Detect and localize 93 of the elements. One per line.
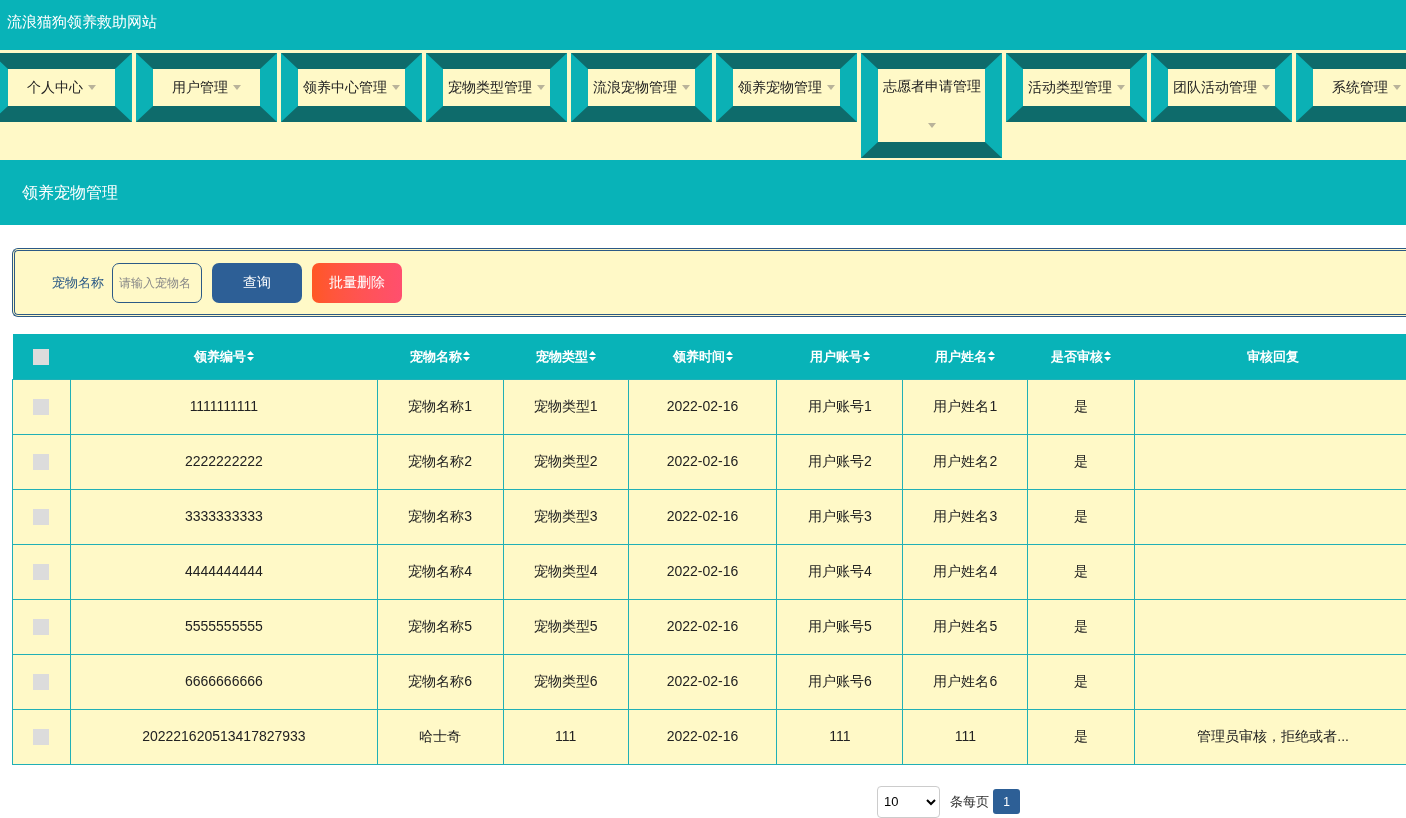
table-cell: 111 bbox=[555, 728, 577, 744]
caret-icon bbox=[1393, 85, 1401, 90]
menu-item[interactable]: 志愿者申请管理 bbox=[861, 53, 1002, 158]
site-title: 流浪猫狗领养救助网站 bbox=[7, 13, 157, 31]
table-cell: 是 bbox=[1074, 673, 1089, 689]
checkbox[interactable] bbox=[33, 619, 50, 636]
caret-icon bbox=[682, 85, 690, 90]
menu-item[interactable]: 团队活动管理 bbox=[1151, 53, 1292, 122]
menu-item[interactable]: 系统管理 bbox=[1296, 53, 1406, 122]
table-cell: 用户姓名3 bbox=[933, 508, 998, 524]
checkbox[interactable] bbox=[33, 729, 50, 746]
table-cell: 是 bbox=[1074, 508, 1089, 524]
menu-item[interactable]: 用户管理 bbox=[136, 53, 277, 122]
table-cell: 用户账号6 bbox=[808, 673, 872, 689]
menu-item[interactable]: 宠物类型管理 bbox=[426, 53, 567, 122]
table-cell: 5555555555 bbox=[184, 618, 263, 634]
checkbox[interactable] bbox=[33, 674, 50, 691]
table-cell: 用户姓名1 bbox=[933, 398, 998, 414]
table-cell: 用户账号2 bbox=[808, 453, 872, 469]
table-cell: 用户姓名4 bbox=[933, 563, 998, 579]
checkbox[interactable] bbox=[33, 564, 50, 581]
caret-icon bbox=[1117, 85, 1125, 90]
table-cell: 用户账号3 bbox=[808, 508, 872, 524]
table-cell: 2222222222 bbox=[184, 453, 263, 469]
table-cell: 用户姓名2 bbox=[933, 453, 998, 469]
table-cell: 111 bbox=[829, 728, 851, 744]
checkbox[interactable] bbox=[33, 509, 50, 526]
table-cell: 3333333333 bbox=[184, 508, 263, 524]
table-cell: 2022-02-16 bbox=[666, 398, 739, 414]
sort-icon[interactable] bbox=[247, 351, 255, 362]
table-cell: 2022-02-16 bbox=[666, 453, 739, 469]
table-cell: 宠物名称1 bbox=[408, 398, 473, 414]
caret-icon bbox=[1262, 85, 1270, 90]
menu-item[interactable]: 个人中心 bbox=[0, 53, 132, 122]
table-cell: 4444444444 bbox=[184, 563, 263, 579]
table-cell: 宠物名称2 bbox=[408, 453, 473, 469]
sort-icon[interactable] bbox=[1104, 351, 1112, 362]
table-cell: 111 bbox=[954, 728, 976, 744]
table-cell: 宠物名称3 bbox=[408, 508, 473, 524]
search-field[interactable]: 请输入宠物名 bbox=[112, 262, 202, 303]
caret-icon bbox=[392, 85, 400, 90]
page-button[interactable]: 1 bbox=[993, 789, 1020, 814]
search-label: 宠物名称 bbox=[52, 273, 104, 292]
menu-item[interactable]: 流浪宠物管理 bbox=[571, 53, 712, 122]
sort-icon[interactable] bbox=[463, 351, 471, 362]
caret-icon bbox=[537, 85, 545, 90]
table-cell: 宠物类型6 bbox=[533, 673, 598, 689]
caret-icon bbox=[88, 85, 96, 90]
table-cell: 宠物类型3 bbox=[533, 508, 598, 524]
table-cell: 是 bbox=[1074, 453, 1089, 469]
table-cell: 管理员审核，拒绝或者... bbox=[1197, 728, 1349, 744]
menu-item[interactable]: 领养宠物管理 bbox=[716, 53, 857, 122]
table-cell: 用户账号4 bbox=[808, 563, 872, 579]
table-cell: 202221620513417827933 bbox=[142, 728, 306, 744]
table-cell: 宠物名称6 bbox=[408, 673, 473, 689]
page-size-label: 条每页 bbox=[950, 792, 989, 811]
table-cell: 是 bbox=[1074, 563, 1089, 579]
menu-item[interactable]: 活动类型管理 bbox=[1006, 53, 1147, 122]
table-cell: 宠物类型1 bbox=[533, 398, 598, 414]
table-cell: 用户姓名6 bbox=[933, 673, 998, 689]
table-cell: 哈士奇 bbox=[419, 728, 462, 744]
page-title: 领养宠物管理 bbox=[22, 182, 118, 203]
table-cell: 2022-02-16 bbox=[666, 728, 739, 744]
table-cell: 2022-02-16 bbox=[666, 563, 739, 579]
table-cell: 6666666666 bbox=[184, 673, 263, 689]
menu-item[interactable]: 领养中心管理 bbox=[281, 53, 422, 122]
table-cell: 宠物类型5 bbox=[533, 618, 598, 634]
table-cell: 是 bbox=[1074, 398, 1089, 414]
checkbox[interactable] bbox=[33, 399, 50, 416]
table-cell: 是 bbox=[1074, 618, 1089, 634]
sort-icon[interactable] bbox=[988, 351, 996, 362]
sort-icon[interactable] bbox=[725, 351, 733, 362]
table-cell: 用户姓名5 bbox=[933, 618, 998, 634]
table-cell: 宠物类型4 bbox=[533, 563, 598, 579]
table-cell: 宠物类型2 bbox=[533, 453, 598, 469]
table-cell: 宠物名称5 bbox=[408, 618, 473, 634]
table-cell: 2022-02-16 bbox=[666, 673, 739, 689]
table-cell: 用户账号1 bbox=[808, 398, 872, 414]
query-button[interactable]: 查询 bbox=[212, 262, 302, 303]
table-cell: 2022-02-16 bbox=[666, 508, 739, 524]
caret-icon bbox=[233, 85, 241, 90]
caret-icon bbox=[927, 123, 936, 129]
sort-icon[interactable] bbox=[862, 351, 870, 362]
table-cell: 2022-02-16 bbox=[666, 618, 739, 634]
checkbox[interactable] bbox=[33, 454, 50, 471]
page-size-select[interactable]: 10 bbox=[877, 785, 940, 818]
table-cell: 是 bbox=[1074, 728, 1089, 744]
checkbox[interactable] bbox=[33, 349, 50, 366]
caret-icon bbox=[827, 85, 835, 90]
table-cell: 用户账号5 bbox=[808, 618, 872, 634]
table-cell: 1111111111 bbox=[189, 398, 259, 414]
table-cell: 宠物名称4 bbox=[408, 563, 473, 579]
sort-icon[interactable] bbox=[588, 351, 596, 362]
